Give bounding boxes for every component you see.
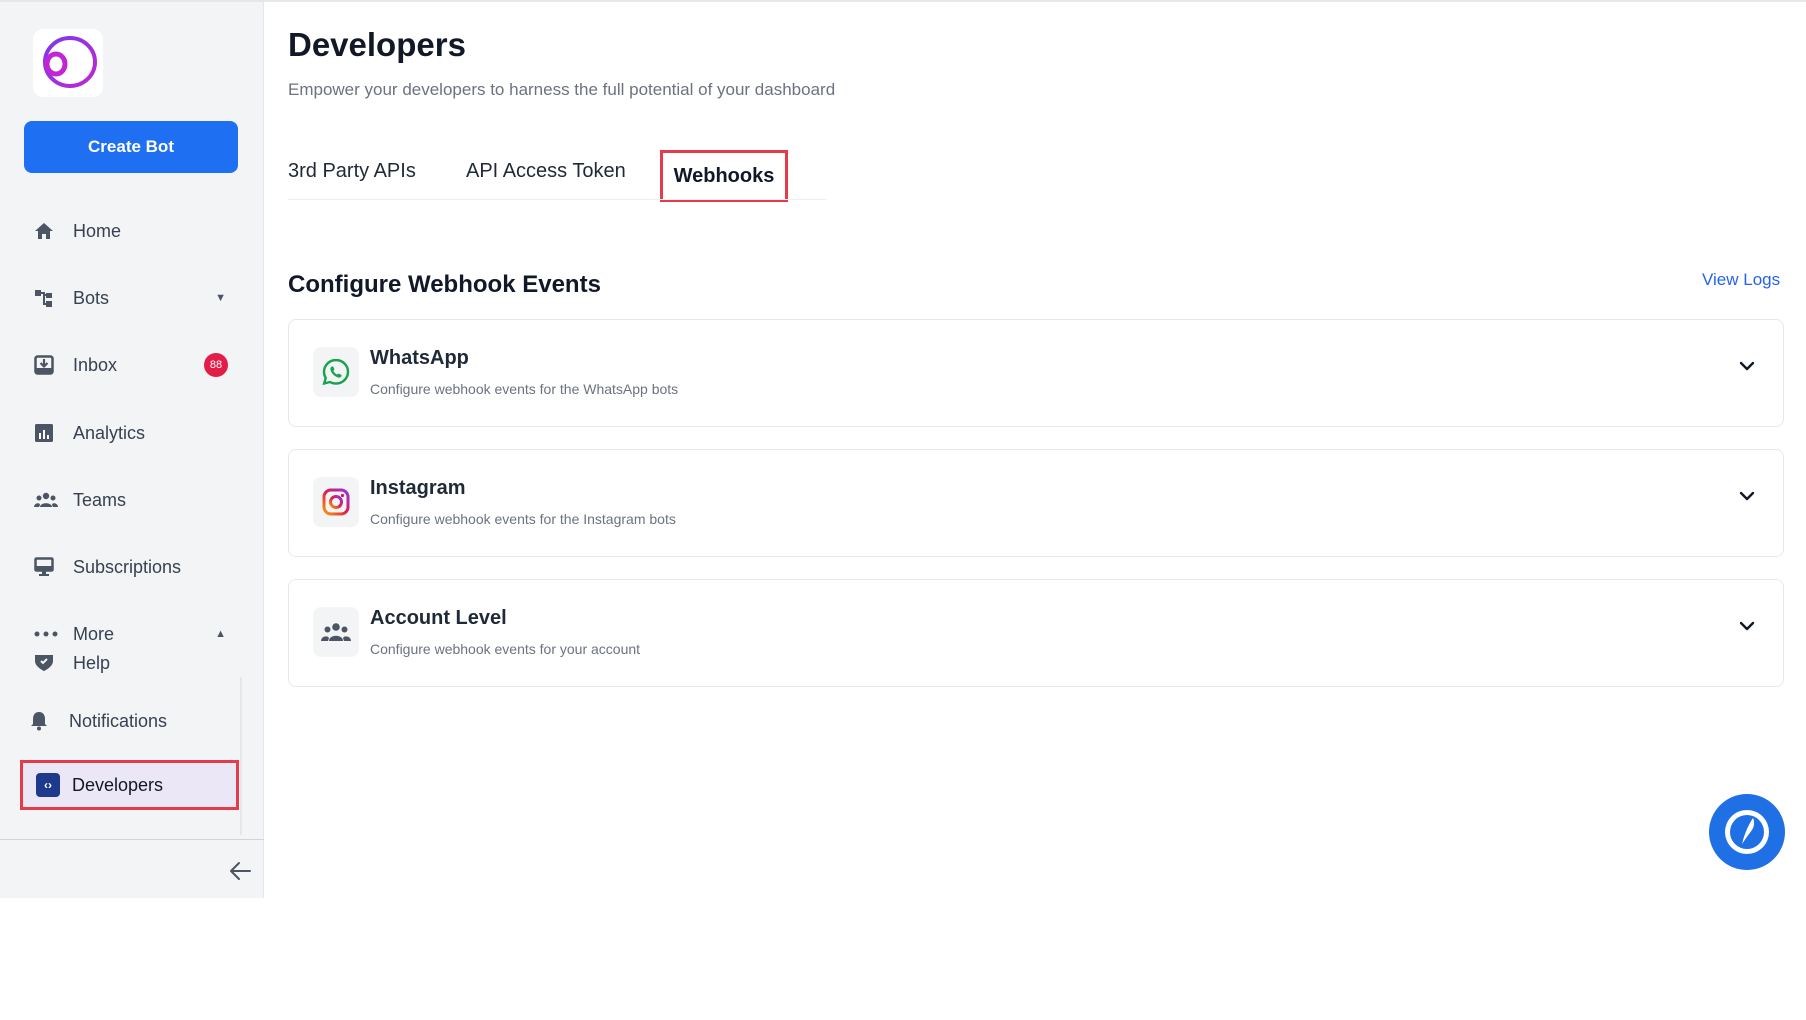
sidebar-item-label: Subscriptions — [73, 556, 182, 577]
view-logs-link[interactable]: View Logs — [1702, 270, 1780, 290]
sidebar-item-notifications[interactable]: Notifications — [20, 701, 234, 741]
subscriptions-icon — [34, 557, 64, 577]
webhook-card-instagram[interactable]: Instagram Configure webhook events for t… — [288, 449, 1784, 557]
sidebar-item-label: Analytics — [73, 422, 146, 443]
sidebar: Create Bot Home Bots ▼ Inbox 88 Analytic… — [0, 2, 264, 898]
sidebar-item-analytics[interactable]: Analytics — [24, 413, 238, 453]
chevron-down-icon[interactable] — [1739, 488, 1755, 506]
webhook-card-whatsapp[interactable]: WhatsApp Configure webhook events for th… — [288, 319, 1784, 427]
caret-up-icon[interactable]: ▲ — [215, 628, 226, 640]
whatsapp-icon — [313, 347, 359, 397]
create-bot-button[interactable]: Create Bot — [24, 121, 238, 173]
sidebar-item-label: Help — [73, 652, 111, 673]
section-title: Configure Webhook Events — [288, 271, 601, 298]
sidebar-item-inbox[interactable]: Inbox 88 — [24, 345, 238, 385]
sidebar-item-label: Inbox — [73, 354, 118, 375]
card-title: WhatsApp — [370, 347, 469, 369]
tabs-underline — [288, 199, 826, 200]
help-icon — [34, 653, 64, 673]
sidebar-item-help[interactable]: Help — [24, 645, 238, 681]
card-description: Configure webhook events for the WhatsAp… — [370, 381, 679, 397]
logo[interactable] — [33, 29, 103, 97]
sidebar-item-home[interactable]: Home — [24, 211, 238, 251]
tab-api-access-token[interactable]: API Access Token — [466, 160, 626, 183]
account-group-icon — [313, 607, 359, 657]
logo-icon — [43, 36, 97, 88]
sidebar-item-label: Developers — [72, 774, 164, 795]
code-icon: ‹› — [36, 773, 60, 797]
more-icon — [34, 631, 64, 637]
analytics-icon — [34, 423, 64, 443]
sidebar-item-label: Home — [73, 220, 122, 241]
sidebar-item-bots[interactable]: Bots ▼ — [24, 278, 238, 318]
bell-icon — [30, 711, 60, 731]
sidebar-item-label: More — [73, 623, 115, 644]
webhook-card-account-level[interactable]: Account Level Configure webhook events f… — [288, 579, 1784, 687]
tab-3rd-party-apis[interactable]: 3rd Party APIs — [288, 160, 416, 183]
chat-launcher-button[interactable] — [1709, 794, 1785, 870]
inbox-count-badge: 88 — [204, 353, 228, 377]
chevron-down-icon[interactable] — [1739, 618, 1755, 636]
sidebar-item-subscriptions[interactable]: Subscriptions — [24, 547, 238, 587]
tab-webhooks[interactable]: Webhooks — [660, 150, 788, 202]
teams-icon — [34, 492, 64, 508]
main-content: Developers Empower your developers to ha… — [288, 0, 1788, 1020]
sidebar-item-developers[interactable]: ‹› Developers — [20, 760, 239, 810]
card-title: Instagram — [370, 477, 466, 499]
sidebar-item-label: Bots — [73, 287, 110, 308]
home-icon — [34, 222, 64, 240]
bots-icon — [34, 288, 64, 308]
page-subtitle: Empower your developers to harness the f… — [288, 80, 836, 99]
submenu-divider — [240, 677, 242, 835]
page-title: Developers — [288, 26, 466, 63]
card-title: Account Level — [370, 607, 507, 629]
collapse-sidebar-icon[interactable] — [228, 860, 252, 887]
sidebar-item-label: Notifications — [69, 710, 168, 731]
card-description: Configure webhook events for the Instagr… — [370, 511, 676, 527]
instagram-icon — [313, 477, 359, 527]
sidebar-bottom-divider — [0, 839, 264, 840]
caret-down-icon[interactable]: ▼ — [215, 292, 226, 304]
card-description: Configure webhook events for your accoun… — [370, 641, 641, 657]
sidebar-item-label: Teams — [73, 489, 127, 510]
sidebar-item-teams[interactable]: Teams — [24, 480, 238, 520]
inbox-icon — [34, 355, 64, 375]
chevron-down-icon[interactable] — [1739, 358, 1755, 376]
chat-bot-icon — [1725, 810, 1769, 854]
